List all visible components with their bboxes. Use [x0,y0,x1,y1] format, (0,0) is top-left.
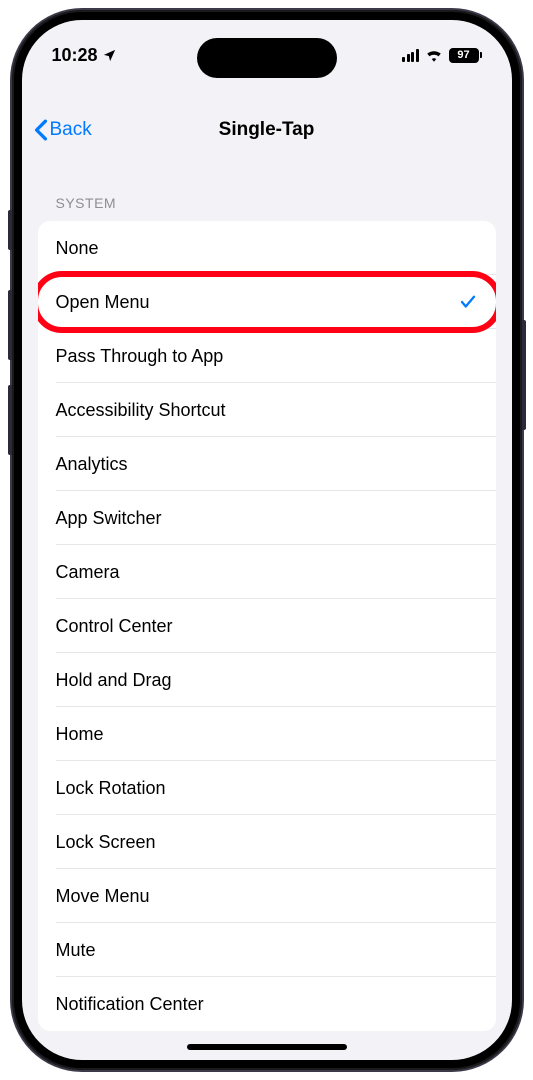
list-item-label: App Switcher [56,508,162,529]
list-item-label: Home [56,724,104,745]
back-button[interactable]: Back [34,119,92,141]
volume-down-button [8,385,12,455]
nav-bar: Back Single-Tap [22,105,512,155]
dynamic-island [197,38,337,78]
list-item-label: Lock Screen [56,832,156,853]
list-item-label: Pass Through to App [56,346,224,367]
list-item-label: Move Menu [56,886,150,907]
back-label: Back [50,119,92,141]
battery-icon: 97 [449,48,482,63]
home-indicator[interactable] [187,1044,347,1050]
page-title: Single-Tap [219,119,315,141]
status-left: 10:28 [52,45,117,66]
chevron-back-icon [34,119,48,141]
list-item[interactable]: Move Menu [38,869,496,923]
cellular-icon [402,49,419,62]
list-item-label: None [56,238,99,259]
power-button [522,320,526,430]
location-icon [102,48,117,63]
list-item-label: Mute [56,940,96,961]
content-area: SYSTEM None Open Menu Pass Through to App A… [22,155,512,1060]
list-item-label: Hold and Drag [56,670,172,691]
wifi-icon [425,48,443,62]
list-item[interactable]: Control Center [38,599,496,653]
list-item[interactable]: Lock Screen [38,815,496,869]
list-item[interactable]: Lock Rotation [38,761,496,815]
list-item[interactable]: Analytics [38,437,496,491]
options-list: None Open Menu Pass Through to App Accessib… [38,221,496,1031]
list-item-label: Analytics [56,454,128,475]
list-item-label: Accessibility Shortcut [56,400,226,421]
screen: 10:28 97 [22,20,512,1060]
clock-text: 10:28 [52,45,98,66]
list-item[interactable]: None [38,221,496,275]
checkmark-icon [458,293,478,311]
list-item[interactable]: Mute [38,923,496,977]
section-header: SYSTEM [38,195,496,221]
status-right: 97 [402,48,482,63]
list-item[interactable]: Accessibility Shortcut [38,383,496,437]
list-item-label: Notification Center [56,994,204,1015]
list-item[interactable]: App Switcher [38,491,496,545]
battery-text: 97 [457,49,469,61]
list-item-label: Camera [56,562,120,583]
device-frame: 10:28 97 [12,10,522,1070]
mute-switch [8,210,12,250]
list-item[interactable]: Pass Through to App [38,329,496,383]
list-item[interactable]: Open Menu [38,275,496,329]
volume-up-button [8,290,12,360]
list-item[interactable]: Hold and Drag [38,653,496,707]
list-item-label: Lock Rotation [56,778,166,799]
list-item[interactable]: Notification Center [38,977,496,1031]
list-item-label: Open Menu [56,292,150,313]
list-item[interactable]: Home [38,707,496,761]
list-item-label: Control Center [56,616,173,637]
list-item[interactable]: Camera [38,545,496,599]
